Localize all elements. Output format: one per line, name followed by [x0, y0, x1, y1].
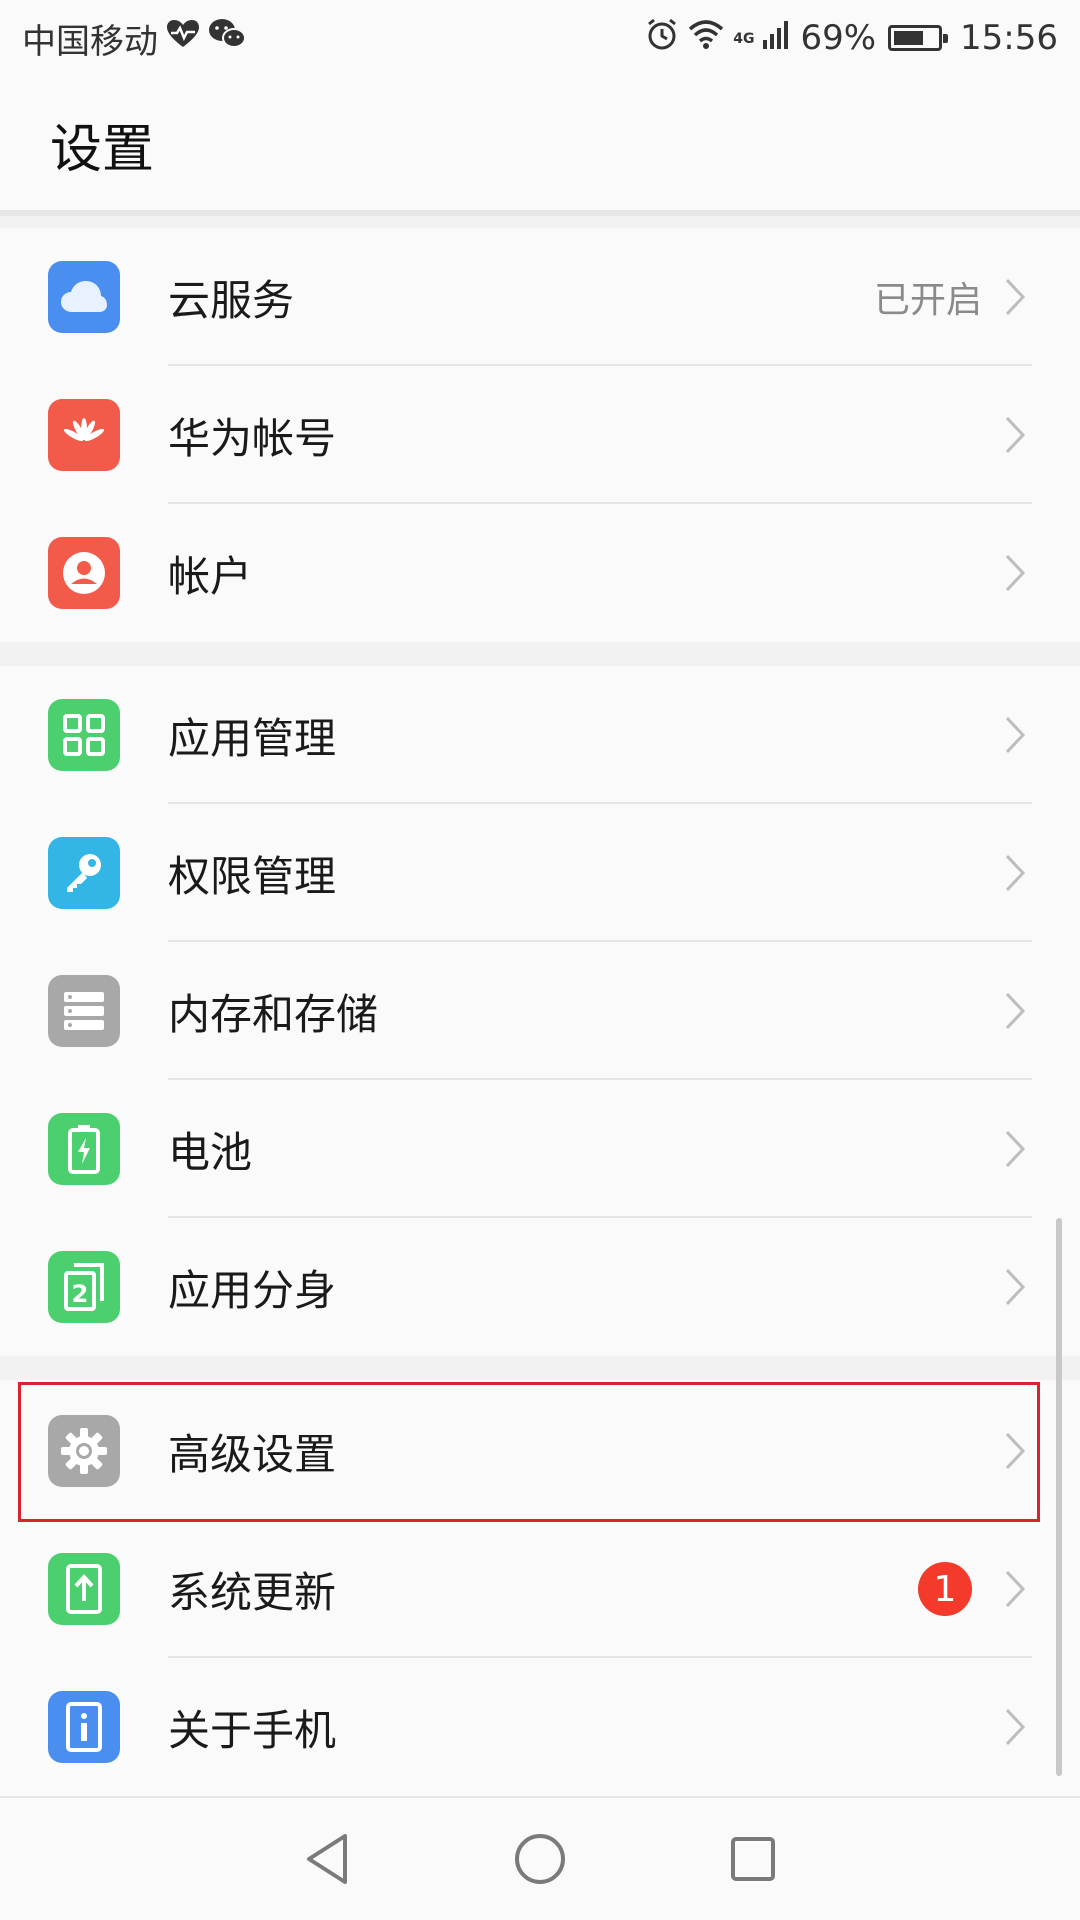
settings-item-system-update[interactable]: 系统更新 1	[0, 1520, 1080, 1658]
back-icon[interactable]	[295, 1827, 359, 1891]
group-gap	[0, 216, 1080, 228]
cloud-icon	[48, 261, 120, 333]
clock: 15:56	[960, 18, 1058, 58]
battery-percent: 69%	[800, 18, 877, 58]
carrier-name: 中国移动	[22, 21, 158, 62]
item-label: 高级设置	[168, 1429, 337, 1479]
battery-icon	[888, 25, 949, 51]
settings-item-huawei-account[interactable]: 华为帐号	[0, 366, 1080, 504]
chevron-right-icon	[1000, 411, 1030, 459]
chevron-right-icon	[1000, 711, 1030, 759]
group-gap	[0, 1356, 1080, 1380]
home-icon[interactable]	[508, 1827, 572, 1891]
item-label: 帐户	[168, 551, 253, 601]
item-label: 云服务	[168, 275, 295, 325]
chevron-right-icon	[1000, 549, 1030, 597]
item-label: 权限管理	[168, 851, 337, 901]
svg-text:2: 2	[72, 1280, 89, 1308]
navigation-bar	[0, 1796, 1080, 1920]
settings-item-permission-management[interactable]: 权限管理	[0, 804, 1080, 942]
system-update-icon	[48, 1553, 120, 1625]
chevron-right-icon	[1000, 1703, 1030, 1751]
wechat-icon	[208, 18, 246, 59]
chevron-right-icon	[1000, 987, 1030, 1035]
battery-icon	[48, 1113, 120, 1185]
apps-grid-icon	[48, 699, 120, 771]
item-label: 内存和存储	[168, 989, 379, 1039]
chevron-right-icon	[1000, 1427, 1030, 1475]
huawei-logo-icon	[48, 399, 120, 471]
app-twin-icon: 2	[48, 1251, 120, 1323]
item-label: 系统更新	[168, 1567, 337, 1617]
item-status-value: 已开启	[873, 280, 982, 321]
network-type: 4G	[733, 30, 755, 47]
settings-item-about-phone[interactable]: 关于手机	[0, 1658, 1080, 1796]
user-icon	[48, 537, 120, 609]
settings-item-battery[interactable]: 电池	[0, 1080, 1080, 1218]
chevron-right-icon	[1000, 1263, 1030, 1311]
settings-item-accounts[interactable]: 帐户	[0, 504, 1080, 642]
chevron-right-icon	[1000, 849, 1030, 897]
key-icon	[48, 837, 120, 909]
gear-icon	[48, 1415, 120, 1487]
item-label: 电池	[168, 1127, 253, 1177]
item-label: 应用分身	[168, 1265, 337, 1315]
page-header: 设置	[0, 76, 1080, 212]
item-label: 华为帐号	[168, 413, 337, 463]
info-icon	[48, 1691, 120, 1763]
chevron-right-icon	[1000, 1125, 1030, 1173]
scrollbar[interactable]	[1056, 1218, 1062, 1776]
settings-item-app-management[interactable]: 应用管理	[0, 666, 1080, 804]
chevron-right-icon	[1000, 1565, 1030, 1613]
item-label: 应用管理	[168, 713, 337, 763]
alarm-icon	[645, 17, 679, 60]
signal-icon	[762, 18, 792, 59]
health-heart-icon	[166, 18, 200, 58]
chevron-right-icon	[1000, 273, 1030, 321]
recent-apps-icon[interactable]	[721, 1827, 785, 1891]
storage-icon	[48, 975, 120, 1047]
group-gap	[0, 642, 1080, 666]
page-title: 设置	[50, 119, 155, 180]
settings-item-memory-storage[interactable]: 内存和存储	[0, 942, 1080, 1080]
settings-item-advanced-settings[interactable]: 高级设置	[0, 1382, 1080, 1520]
update-count-badge: 1	[918, 1562, 972, 1616]
item-label: 关于手机	[168, 1705, 337, 1755]
settings-item-app-twin[interactable]: 2 应用分身	[0, 1218, 1080, 1356]
settings-item-cloud-service[interactable]: 云服务 已开启	[0, 228, 1080, 366]
wifi-icon	[687, 18, 725, 59]
status-bar: 中国移动 4G 69% 15:56	[0, 0, 1080, 76]
